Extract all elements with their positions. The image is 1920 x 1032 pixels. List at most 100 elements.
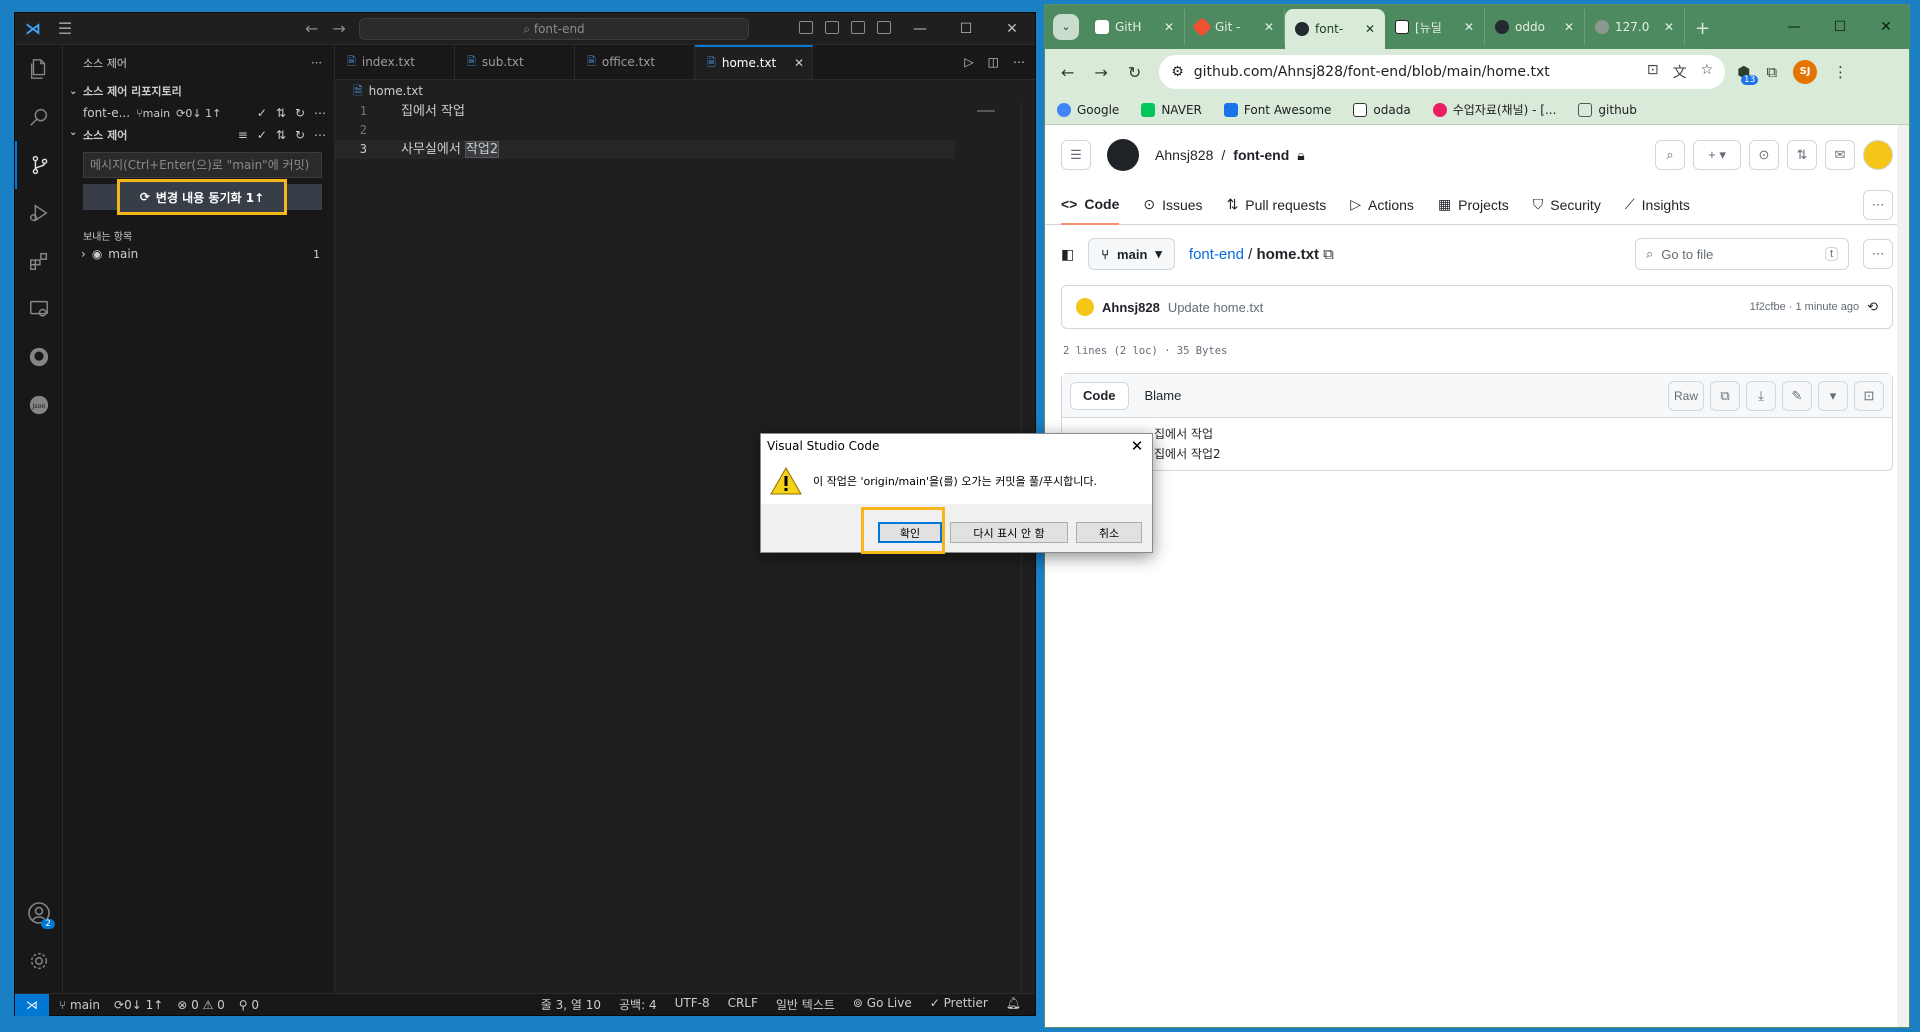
json-icon[interactable]: Json [15,381,63,429]
dont-show-again-button[interactable]: 다시 표시 안 함 [950,522,1068,543]
status-position[interactable]: 줄 3, 열 10 [541,996,601,1013]
chrome-tab[interactable]: Git - ✕ [1185,9,1285,45]
scm-refresh-icon[interactable]: ↻ [295,128,305,142]
split-editor-icon[interactable]: ◫ [988,55,999,69]
path-repo-link[interactable]: font-end [1189,246,1244,263]
status-prettier[interactable]: ✓ Prettier [930,996,988,1013]
install-app-icon[interactable]: ⊡ [1647,62,1659,82]
repo-sync-status[interactable]: ⟳0↓ 1↑ [176,107,221,120]
chrome-tab[interactable]: GitH ✕ [1085,9,1185,45]
toggle-secondary-sidebar-icon[interactable] [851,21,865,34]
copy-raw-icon[interactable]: ⧉ [1710,380,1740,411]
tab-issues[interactable]: ⊙ Issues [1143,185,1202,225]
tab-security[interactable]: ⛉ Security [1533,185,1601,225]
search-icon[interactable] [15,93,63,141]
tab-home-txt[interactable]: 🗎 home.txt ✕ [695,45,813,79]
page-scrollbar[interactable] [1897,125,1909,1027]
history-icon[interactable]: ⟲ [1867,299,1878,315]
customize-layout-icon[interactable] [877,21,891,34]
code-view-button[interactable]: Code [1070,381,1129,410]
side-panel-icon[interactable]: ◧ [1061,246,1074,263]
back-arrow-icon[interactable]: ← [305,19,318,38]
bookmark-naver[interactable]: NAVER [1141,102,1202,117]
bookmark-star-icon[interactable]: ☆ [1701,62,1714,82]
toggle-sidebar-icon[interactable] [799,21,813,34]
status-encoding[interactable]: UTF-8 [675,996,710,1013]
repo-name-link[interactable]: font-end [1233,147,1289,164]
branch-icon[interactable]: ⇅ [276,128,286,142]
dialog-close-icon[interactable]: ✕ [1122,437,1152,455]
close-tab-icon[interactable]: ✕ [1365,22,1375,36]
close-tab-icon[interactable]: ✕ [1464,20,1474,34]
download-icon[interactable]: ⤓ [1746,380,1776,411]
run-icon[interactable]: ▷ [964,55,973,69]
status-branch[interactable]: ⑂ main [59,998,100,1012]
bookmark-font-awesome[interactable]: Font Awesome [1223,102,1331,117]
menu-icon[interactable]: ☰ [51,19,79,38]
outgoing-branch-row[interactable]: › ◉ main 1 [63,243,334,265]
repositories-section[interactable]: ⌄ 소스 제어 리포지토리 [63,80,334,102]
extensions-puzzle-icon[interactable]: ⧉ [1766,63,1777,81]
forward-icon[interactable]: → [1094,63,1107,82]
github-logo-icon[interactable] [1107,139,1139,171]
new-tab-icon[interactable]: + [1695,18,1710,39]
source-control-icon[interactable] [14,141,63,189]
file-more-icon[interactable]: ⋯ [1863,239,1893,269]
close-tab-icon[interactable]: ✕ [794,56,804,70]
toggle-panel-icon[interactable] [825,21,839,34]
commit-message[interactable]: Update home.txt [1168,300,1263,315]
repo-more-icon[interactable]: ⋯ [314,106,326,120]
cancel-button[interactable]: 취소 [1076,522,1142,543]
accounts-icon[interactable]: 2 [15,889,63,937]
forward-arrow-icon[interactable]: → [332,19,345,38]
issues-icon[interactable]: ⊙ [1749,140,1779,170]
explorer-icon[interactable] [15,45,63,93]
chrome-menu-icon[interactable]: ⋮ [1833,63,1848,81]
chrome-tab[interactable]: 127.0 ✕ [1585,9,1685,45]
blame-view-button[interactable]: Blame [1133,382,1194,410]
search-icon[interactable]: ⌕ [1655,140,1685,170]
pull-requests-icon[interactable]: ⇅ [1787,140,1817,170]
bookmark-class-material[interactable]: 수업자료(채널) - [... [1432,101,1556,118]
back-icon[interactable]: ← [1061,63,1074,82]
bookmark-odada[interactable]: odada [1353,102,1411,117]
translate-icon[interactable]: 文 [1673,62,1687,82]
edit-pencil-icon[interactable]: ✎ [1782,380,1812,411]
address-bar[interactable]: ⚙ github.com/Ahnsj828/font-end/blob/main… [1159,55,1726,89]
hamburger-menu-icon[interactable]: ☰ [1061,140,1091,170]
status-problems[interactable]: ⊗ 0 ⚠ 0 [177,998,225,1012]
nav-more-icon[interactable]: ⋯ [1863,189,1893,220]
close-tab-icon[interactable]: ✕ [1664,20,1674,34]
maximize-icon[interactable]: ☐ [943,13,989,45]
tab-search-icon[interactable]: ⌄ [1053,14,1079,40]
inbox-icon[interactable]: ✉ [1825,140,1855,170]
more-actions-icon[interactable]: ⋯ [311,56,322,69]
tab-code[interactable]: <> Code [1061,185,1120,225]
tab-office-txt[interactable]: 🗎 office.txt [575,45,695,79]
pull-request-icon[interactable]: ⇅ [276,106,286,120]
notifications-bell-icon[interactable]: 🔔︎ [1006,996,1021,1013]
copy-path-icon[interactable]: ⧉ [1323,246,1334,263]
close-tab-icon[interactable]: ✕ [1164,20,1174,34]
scm-more-icon[interactable]: ⋯ [314,128,326,142]
close-window-icon[interactable]: ✕ [1863,5,1909,49]
github-icon[interactable] [15,333,63,381]
symbols-panel-icon[interactable]: ⊡ [1854,380,1884,411]
remote-explorer-icon[interactable] [15,285,63,333]
tab-insights[interactable]: ⟋ Insights [1625,185,1690,225]
ok-button[interactable]: 확인 [878,522,942,543]
minimize-icon[interactable]: — [1771,5,1817,49]
go-to-file-input[interactable]: ⌕ Go to file t [1635,238,1849,270]
branch-selector[interactable]: ⑂ main ▾ [1088,238,1175,270]
status-sync[interactable]: ⟳0↓ 1↑ [114,998,163,1012]
commit-meta[interactable]: 1f2cfbe · 1 minute ago [1750,301,1859,313]
site-info-icon[interactable]: ⚙ [1171,64,1184,80]
chrome-tab[interactable]: oddo ✕ [1485,9,1585,45]
remote-indicator-icon[interactable]: ⋊ [15,993,49,1016]
maximize-icon[interactable]: ☐ [1817,5,1863,49]
commit-author[interactable]: Ahnsj828 [1102,300,1160,315]
tab-sub-txt[interactable]: 🗎 sub.txt [455,45,575,79]
chrome-tab[interactable]: [뉴딜 ✕ [1385,9,1485,45]
repo-owner-link[interactable]: Ahnsj828 [1155,147,1213,164]
close-window-icon[interactable]: ✕ [989,13,1035,45]
